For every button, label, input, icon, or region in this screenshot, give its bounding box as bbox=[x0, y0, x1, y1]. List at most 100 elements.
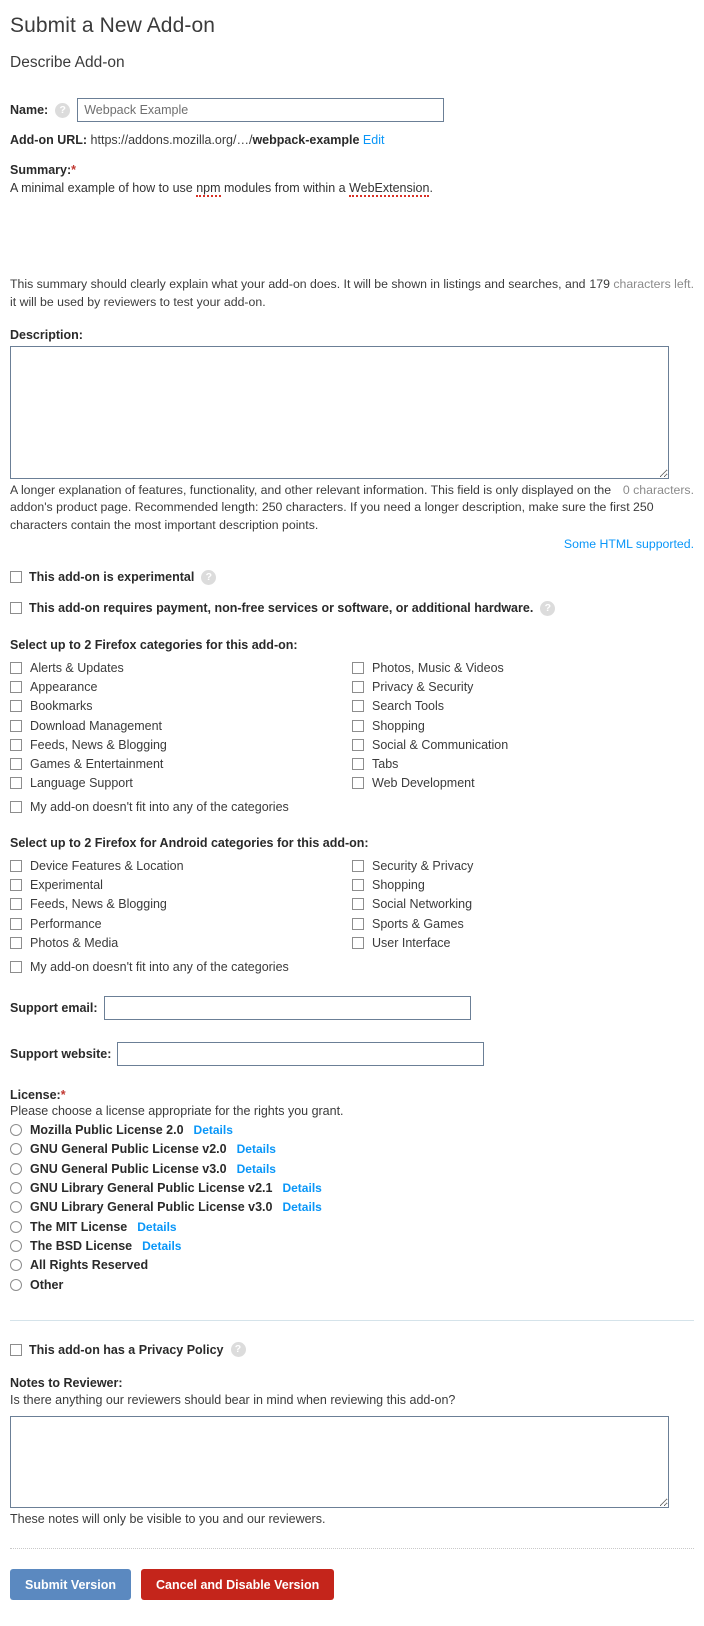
license-option[interactable]: The BSD License Details bbox=[10, 1236, 694, 1255]
license-radio[interactable] bbox=[10, 1220, 22, 1233]
support-website-input[interactable] bbox=[117, 1041, 485, 1066]
license-option[interactable]: The MIT License Details bbox=[10, 1217, 694, 1236]
category-item[interactable]: Photos, Music & Videos bbox=[352, 658, 694, 677]
category-checkbox[interactable] bbox=[352, 859, 364, 872]
requires-payment-checkbox-row[interactable]: This add-on requires payment, non-free s… bbox=[10, 600, 694, 616]
category-checkbox[interactable] bbox=[352, 738, 364, 751]
license-radio[interactable] bbox=[10, 1278, 22, 1291]
category-checkbox[interactable] bbox=[10, 898, 22, 911]
category-checkbox[interactable] bbox=[352, 898, 364, 911]
license-radio[interactable] bbox=[10, 1143, 22, 1156]
requires-payment-checkbox[interactable] bbox=[10, 602, 22, 615]
category-checkbox[interactable] bbox=[10, 936, 22, 949]
category-item[interactable]: Web Development bbox=[352, 774, 694, 793]
category-item[interactable]: Search Tools bbox=[352, 697, 694, 716]
category-item[interactable]: Bookmarks bbox=[10, 697, 352, 716]
license-option[interactable]: GNU Library General Public License v3.0 D… bbox=[10, 1198, 694, 1217]
category-checkbox[interactable] bbox=[352, 680, 364, 693]
category-checkbox[interactable] bbox=[352, 777, 364, 790]
license-option[interactable]: GNU General Public License v3.0 Details bbox=[10, 1159, 694, 1178]
category-checkbox[interactable] bbox=[10, 777, 22, 790]
some-html-supported-link[interactable]: Some HTML supported. bbox=[564, 537, 694, 551]
support-email-input[interactable] bbox=[103, 995, 471, 1020]
category-checkbox[interactable] bbox=[352, 661, 364, 674]
help-icon[interactable]: ? bbox=[540, 600, 556, 616]
category-checkbox[interactable] bbox=[10, 859, 22, 872]
license-details-link[interactable]: Details bbox=[282, 1181, 321, 1195]
category-checkbox[interactable] bbox=[352, 719, 364, 732]
category-item[interactable]: Alerts & Updates bbox=[10, 658, 352, 677]
license-radio[interactable] bbox=[10, 1182, 22, 1195]
category-item[interactable]: Performance bbox=[10, 914, 352, 933]
category-item[interactable]: Feeds, News & Blogging bbox=[10, 895, 352, 914]
experimental-checkbox[interactable] bbox=[10, 571, 22, 584]
privacy-policy-checkbox[interactable] bbox=[10, 1343, 22, 1356]
privacy-policy-row[interactable]: This add-on has a Privacy Policy ? bbox=[10, 1342, 694, 1358]
no-fit-checkbox[interactable] bbox=[10, 960, 22, 973]
license-option[interactable]: All Rights Reserved bbox=[10, 1256, 694, 1275]
category-item[interactable]: Download Management bbox=[10, 716, 352, 735]
description-textarea[interactable] bbox=[10, 345, 669, 479]
category-item[interactable]: Sports & Games bbox=[352, 914, 694, 933]
license-details-link[interactable]: Details bbox=[237, 1162, 276, 1176]
category-item[interactable]: Appearance bbox=[10, 677, 352, 696]
category-checkbox[interactable] bbox=[352, 936, 364, 949]
category-checkbox[interactable] bbox=[352, 700, 364, 713]
category-item[interactable]: Device Features & Location bbox=[10, 856, 352, 875]
license-option[interactable]: GNU Library General Public License v2.1 D… bbox=[10, 1178, 694, 1197]
category-checkbox[interactable] bbox=[10, 917, 22, 930]
help-icon[interactable]: ? bbox=[55, 102, 71, 118]
license-option[interactable]: Mozilla Public License 2.0 Details bbox=[10, 1121, 694, 1140]
category-item[interactable]: Privacy & Security bbox=[352, 677, 694, 696]
submit-version-button[interactable]: Submit Version bbox=[10, 1569, 131, 1601]
cancel-disable-version-button[interactable]: Cancel and Disable Version bbox=[141, 1569, 335, 1601]
category-item[interactable]: User Interface bbox=[352, 933, 694, 952]
android-no-fit-row[interactable]: My add-on doesn't fit into any of the ca… bbox=[10, 960, 694, 974]
category-checkbox[interactable] bbox=[10, 738, 22, 751]
category-checkbox[interactable] bbox=[10, 661, 22, 674]
license-radio[interactable] bbox=[10, 1239, 22, 1252]
summary-textarea[interactable]: A minimal example of how to use npm modu… bbox=[10, 181, 694, 273]
license-radio[interactable] bbox=[10, 1162, 22, 1175]
license-details-link[interactable]: Details bbox=[137, 1220, 176, 1234]
license-name: GNU General Public License v2.0 bbox=[30, 1142, 227, 1157]
license-details-link[interactable]: Details bbox=[237, 1142, 276, 1156]
license-radio[interactable] bbox=[10, 1259, 22, 1272]
category-item[interactable]: Tabs bbox=[352, 754, 694, 773]
category-item[interactable]: Shopping bbox=[352, 875, 694, 894]
firefox-no-fit-row[interactable]: My add-on doesn't fit into any of the ca… bbox=[10, 800, 694, 814]
category-item[interactable]: Social & Communication bbox=[352, 735, 694, 754]
notes-textarea[interactable] bbox=[10, 1416, 669, 1509]
category-checkbox[interactable] bbox=[10, 680, 22, 693]
help-icon[interactable]: ? bbox=[230, 1342, 246, 1358]
license-option[interactable]: Other bbox=[10, 1275, 694, 1294]
category-checkbox[interactable] bbox=[10, 758, 22, 771]
category-item[interactable]: Experimental bbox=[10, 875, 352, 894]
category-item[interactable]: Social Networking bbox=[352, 895, 694, 914]
name-label: Name: bbox=[10, 103, 49, 117]
category-item[interactable]: Games & Entertainment bbox=[10, 754, 352, 773]
category-checkbox[interactable] bbox=[352, 758, 364, 771]
submit-addon-page: Submit a New Add-on Describe Add-on Name… bbox=[0, 0, 704, 1618]
help-icon[interactable]: ? bbox=[201, 569, 217, 585]
license-radio[interactable] bbox=[10, 1201, 22, 1214]
license-details-link[interactable]: Details bbox=[282, 1200, 321, 1214]
category-checkbox[interactable] bbox=[352, 878, 364, 891]
no-fit-checkbox[interactable] bbox=[10, 801, 22, 814]
name-input[interactable] bbox=[77, 98, 445, 122]
category-item[interactable]: Security & Privacy bbox=[352, 856, 694, 875]
category-checkbox[interactable] bbox=[10, 719, 22, 732]
category-item[interactable]: Feeds, News & Blogging bbox=[10, 735, 352, 754]
category-item[interactable]: Photos & Media bbox=[10, 933, 352, 952]
category-checkbox[interactable] bbox=[10, 878, 22, 891]
license-radio[interactable] bbox=[10, 1124, 22, 1137]
category-checkbox[interactable] bbox=[352, 917, 364, 930]
category-checkbox[interactable] bbox=[10, 700, 22, 713]
license-option[interactable]: GNU General Public License v2.0 Details bbox=[10, 1140, 694, 1159]
license-details-link[interactable]: Details bbox=[194, 1123, 233, 1137]
category-item[interactable]: Language Support bbox=[10, 774, 352, 793]
edit-url-link[interactable]: Edit bbox=[363, 133, 385, 147]
license-details-link[interactable]: Details bbox=[142, 1239, 181, 1253]
experimental-checkbox-row[interactable]: This add-on is experimental ? bbox=[10, 569, 694, 585]
category-item[interactable]: Shopping bbox=[352, 716, 694, 735]
